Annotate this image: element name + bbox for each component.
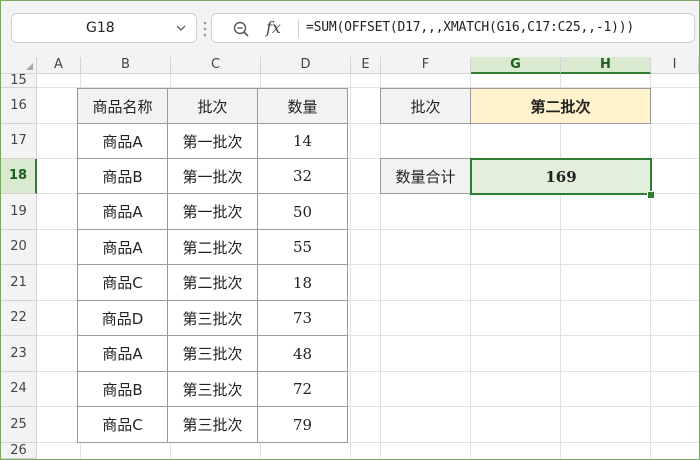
- column-header-b[interactable]: B: [81, 57, 171, 74]
- row-header-16[interactable]: 16: [1, 88, 37, 124]
- row-header-15[interactable]: 15: [1, 74, 37, 88]
- table-cell-quantity[interactable]: 18: [257, 264, 348, 301]
- row-header-19[interactable]: 19: [1, 194, 37, 230]
- table-header-batch[interactable]: 批次: [167, 88, 258, 124]
- row-header-20[interactable]: 20: [1, 230, 37, 265]
- formula-text[interactable]: =SUM(OFFSET(D17,,,XMATCH(G16,C17:C25,,-1…: [306, 20, 634, 35]
- formula-divider: [298, 20, 299, 38]
- batch-label-cell[interactable]: 批次: [380, 88, 471, 124]
- table-cell-product[interactable]: 商品A: [77, 193, 168, 230]
- table-header-product[interactable]: 商品名称: [77, 88, 168, 124]
- table-cell-batch[interactable]: 第二批次: [167, 264, 258, 301]
- row-header-17[interactable]: 17: [1, 124, 37, 159]
- table-cell-batch[interactable]: 第二批次: [167, 229, 258, 265]
- table-cell-product[interactable]: 商品A: [77, 229, 168, 265]
- table-cell-product[interactable]: 商品B: [77, 371, 168, 407]
- gridline: [350, 74, 351, 459]
- gridline: [560, 74, 561, 459]
- name-box[interactable]: G18: [11, 13, 197, 43]
- table-cell-batch[interactable]: 第三批次: [167, 371, 258, 407]
- column-header-h[interactable]: H: [561, 57, 651, 74]
- drag-handle-icon[interactable]: [203, 20, 207, 38]
- table-cell-quantity[interactable]: 48: [257, 335, 348, 372]
- table-header-quantity[interactable]: 数量: [257, 88, 348, 124]
- spreadsheet-window: G18 fx =SUM(OFFSET(D17,,,XMATCH(G16,C17:…: [0, 0, 700, 460]
- column-header-e[interactable]: E: [351, 57, 381, 74]
- column-header-f[interactable]: F: [381, 57, 471, 74]
- row-header-22[interactable]: 22: [1, 301, 37, 336]
- sum-result-cell[interactable]: 169: [470, 158, 652, 195]
- gridline: [650, 74, 651, 459]
- table-cell-batch[interactable]: 第三批次: [167, 335, 258, 372]
- row-header-26[interactable]: 26: [1, 443, 37, 459]
- table-cell-product[interactable]: 商品D: [77, 300, 168, 336]
- table-cell-product[interactable]: 商品A: [77, 335, 168, 372]
- gridline: [380, 74, 381, 459]
- table-cell-product[interactable]: 商品C: [77, 264, 168, 301]
- select-all-corner[interactable]: [1, 57, 37, 74]
- table-cell-quantity[interactable]: 32: [257, 158, 348, 194]
- table-cell-batch[interactable]: 第一批次: [167, 123, 258, 159]
- row-header-21[interactable]: 21: [1, 265, 37, 301]
- row-header-18[interactable]: 18: [1, 159, 37, 194]
- column-header-g[interactable]: G: [471, 57, 561, 74]
- fill-handle[interactable]: [647, 191, 655, 199]
- table-cell-product[interactable]: 商品A: [77, 123, 168, 159]
- name-box-value: G18: [86, 20, 115, 36]
- table-cell-quantity[interactable]: 79: [257, 406, 348, 443]
- table-cell-quantity[interactable]: 72: [257, 371, 348, 407]
- column-header-i[interactable]: I: [651, 57, 699, 74]
- gridline: [470, 74, 471, 459]
- table-cell-batch[interactable]: 第三批次: [167, 406, 258, 443]
- formula-bar: G18 fx =SUM(OFFSET(D17,,,XMATCH(G16,C17:…: [1, 1, 699, 57]
- zoom-out-icon[interactable]: [232, 20, 250, 38]
- chevron-down-icon[interactable]: [174, 21, 188, 35]
- table-cell-quantity[interactable]: 55: [257, 229, 348, 265]
- table-cell-quantity[interactable]: 14: [257, 123, 348, 159]
- table-cell-batch[interactable]: 第一批次: [167, 193, 258, 230]
- batch-input-cell[interactable]: 第二批次: [470, 88, 651, 124]
- table-cell-product[interactable]: 商品C: [77, 406, 168, 443]
- table-cell-batch[interactable]: 第一批次: [167, 158, 258, 194]
- table-cell-batch[interactable]: 第三批次: [167, 300, 258, 336]
- select-all-triangle-icon: [26, 63, 33, 70]
- row-header-23[interactable]: 23: [1, 336, 37, 372]
- table-cell-quantity[interactable]: 73: [257, 300, 348, 336]
- sum-label-cell[interactable]: 数量合计: [380, 158, 471, 194]
- row-header-24[interactable]: 24: [1, 372, 37, 407]
- column-header-a[interactable]: A: [37, 57, 81, 74]
- row-header-25[interactable]: 25: [1, 407, 37, 443]
- table-cell-quantity[interactable]: 50: [257, 193, 348, 230]
- table-cell-product[interactable]: 商品B: [77, 158, 168, 194]
- column-header-c[interactable]: C: [171, 57, 261, 74]
- formula-input-box[interactable]: fx =SUM(OFFSET(D17,,,XMATCH(G16,C17:C25,…: [211, 13, 695, 43]
- fx-icon[interactable]: fx: [266, 18, 281, 37]
- column-header-d[interactable]: D: [261, 57, 351, 74]
